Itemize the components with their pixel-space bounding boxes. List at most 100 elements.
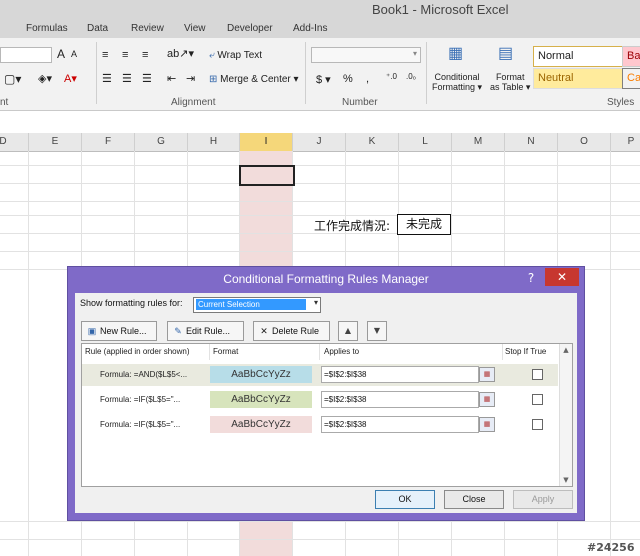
chevron-down-icon[interactable]: ▼ [560, 474, 572, 486]
new-rule-button[interactable]: ▣ New Rule... [81, 321, 157, 341]
decrease-indent-icon[interactable]: ⇤ [167, 72, 176, 85]
move-down-button[interactable]: ▼ [367, 321, 387, 341]
number-format-select[interactable]: ▾ [311, 47, 421, 63]
tab-developer[interactable]: Developer [227, 23, 273, 34]
align-middle-icon[interactable]: ≡ [122, 49, 128, 61]
formula-bar-area [0, 111, 640, 134]
help-button[interactable]: ? [522, 270, 540, 286]
wrap-text-button[interactable]: ⤶ Wrap Text [209, 50, 262, 61]
edit-rule-icon: ✎ [174, 326, 182, 336]
increase-decimal-icon[interactable]: ⁺.0 [386, 72, 397, 81]
rules-list[interactable]: Rule (applied in order shown) Format App… [81, 343, 573, 487]
align-bottom-icon[interactable]: ≡ [142, 49, 148, 61]
grow-font-icon[interactable]: A [57, 47, 65, 61]
rules-scrollbar[interactable]: ▲ ▼ [559, 344, 572, 486]
rule-formula: Formula: =IF($L$5="... [100, 420, 181, 429]
active-cell[interactable] [239, 165, 295, 186]
delete-rule-button[interactable]: ✕ Delete Rule [253, 321, 330, 341]
close-icon[interactable]: ✕ [545, 268, 579, 286]
font-color-icon[interactable]: A▾ [64, 72, 77, 85]
status-value-cell[interactable]: 未完成 [397, 214, 451, 235]
align-right-icon[interactable]: ☰ [142, 72, 152, 85]
shrink-font-icon[interactable]: A [71, 49, 77, 59]
style-bad[interactable]: Bad [622, 46, 640, 67]
column-header-f[interactable]: F [82, 133, 135, 151]
applies-to-input[interactable]: =$I$2:$I$38 [321, 416, 479, 433]
stop-if-true-checkbox[interactable] [532, 419, 543, 430]
currency-button[interactable]: $ ▾ [316, 73, 331, 86]
header-rule: Rule (applied in order shown) [82, 344, 210, 360]
delete-icon: ✕ [260, 326, 268, 336]
column-header-i[interactable]: I [240, 133, 293, 151]
align-top-icon[interactable]: ≡ [102, 49, 108, 61]
chevron-up-icon[interactable]: ▲ [560, 344, 572, 356]
font-size-box[interactable] [0, 47, 52, 63]
group-divider [96, 42, 97, 104]
rule-row[interactable]: Formula: =IF($L$5="... AaBbCcYyZz =$I$2:… [82, 389, 558, 411]
align-left-icon[interactable]: ☰ [102, 72, 112, 85]
orientation-icon[interactable]: ab↗▾ [167, 47, 194, 60]
conditional-formatting-icon: ▦ [448, 45, 464, 62]
column-header-d[interactable]: D [0, 133, 29, 151]
range-picker-icon[interactable]: ▦ [479, 367, 495, 382]
font-group-label: nt [0, 97, 9, 108]
column-header-p[interactable]: P [611, 133, 640, 151]
ok-button[interactable]: OK [375, 490, 435, 509]
style-calculation[interactable]: Cal [622, 68, 640, 89]
tab-formulas[interactable]: Formulas [26, 23, 68, 34]
rule-format-preview: AaBbCcYyZz [210, 391, 312, 408]
percent-button[interactable]: % [343, 73, 353, 85]
format-as-table-button[interactable]: Format as Table ▾ [490, 72, 530, 92]
column-header-m[interactable]: M [452, 133, 505, 151]
align-center-icon[interactable]: ☰ [122, 72, 132, 85]
tab-review[interactable]: Review [131, 23, 164, 34]
merge-icon: ⊞ [209, 74, 218, 85]
tab-data[interactable]: Data [87, 23, 108, 34]
border-icon[interactable]: ▢▾ [4, 72, 21, 86]
tab-view[interactable]: View [184, 23, 206, 34]
stop-if-true-checkbox[interactable] [532, 369, 543, 380]
edit-rule-button[interactable]: ✎ Edit Rule... [167, 321, 244, 341]
column-header-n[interactable]: N [505, 133, 558, 151]
comma-button[interactable]: , [366, 73, 369, 85]
fill-color-icon[interactable]: ◈▾ [38, 72, 52, 85]
status-label: 工作完成情況: [314, 219, 391, 233]
column-header-g[interactable]: G [135, 133, 188, 151]
show-rules-select[interactable]: Current Selection ▾ [193, 297, 321, 313]
alignment-group-label: Alignment [171, 97, 216, 108]
group-divider [305, 42, 306, 104]
style-normal[interactable]: Normal [533, 46, 623, 67]
stop-if-true-checkbox[interactable] [532, 394, 543, 405]
range-picker-icon[interactable]: ▦ [479, 392, 495, 407]
number-group-label: Number [342, 97, 378, 108]
ribbon: A A ▢▾ ◈▾ A▾ nt ≡ ≡ ≡ ab↗▾ ☰ ☰ ☰ ⇤ ⇥ ⤶ W… [0, 38, 640, 111]
rule-formula: Formula: =IF($L$5="... [100, 395, 181, 404]
column-header-l[interactable]: L [399, 133, 452, 151]
conditional-formatting-button[interactable]: Conditional Formatting ▾ [432, 72, 482, 92]
rule-row[interactable]: Formula: =IF($L$5="... AaBbCcYyZz =$I$2:… [82, 414, 558, 436]
column-header-h[interactable]: H [188, 133, 240, 151]
show-rules-value: Current Selection [196, 299, 306, 310]
applies-to-input[interactable]: =$I$2:$I$38 [321, 391, 479, 408]
apply-button[interactable]: Apply [513, 490, 573, 509]
range-picker-icon[interactable]: ▦ [479, 417, 495, 432]
increase-indent-icon[interactable]: ⇥ [186, 72, 195, 85]
header-applies-to: Applies to [321, 344, 503, 360]
styles-group-label: Styles [607, 97, 635, 108]
title-bar: Book1 - Microsoft Excel [0, 0, 640, 20]
rule-formula: Formula: =AND($L$5<... [100, 370, 188, 379]
decrease-decimal-icon[interactable]: .0₀ [406, 72, 416, 81]
column-header-o[interactable]: O [558, 133, 611, 151]
rule-row[interactable]: Formula: =AND($L$5<... AaBbCcYyZz =$I$2:… [82, 364, 558, 386]
applies-to-input[interactable]: =$I$2:$I$38 [321, 366, 479, 383]
rule-format-preview: AaBbCcYyZz [210, 366, 312, 383]
style-neutral[interactable]: Neutral [533, 68, 623, 89]
column-header-j[interactable]: J [293, 133, 346, 151]
move-up-button[interactable]: ▲ [338, 321, 358, 341]
column-header-e[interactable]: E [29, 133, 82, 151]
close-button[interactable]: Close [444, 490, 504, 509]
dialog-title-bar[interactable]: Conditional Formatting Rules Manager ? ✕ [68, 267, 584, 291]
column-header-k[interactable]: K [346, 133, 399, 151]
tab-add-ins[interactable]: Add-Ins [293, 23, 327, 34]
merge-center-button[interactable]: ⊞ Merge & Center ▾ [209, 74, 299, 85]
